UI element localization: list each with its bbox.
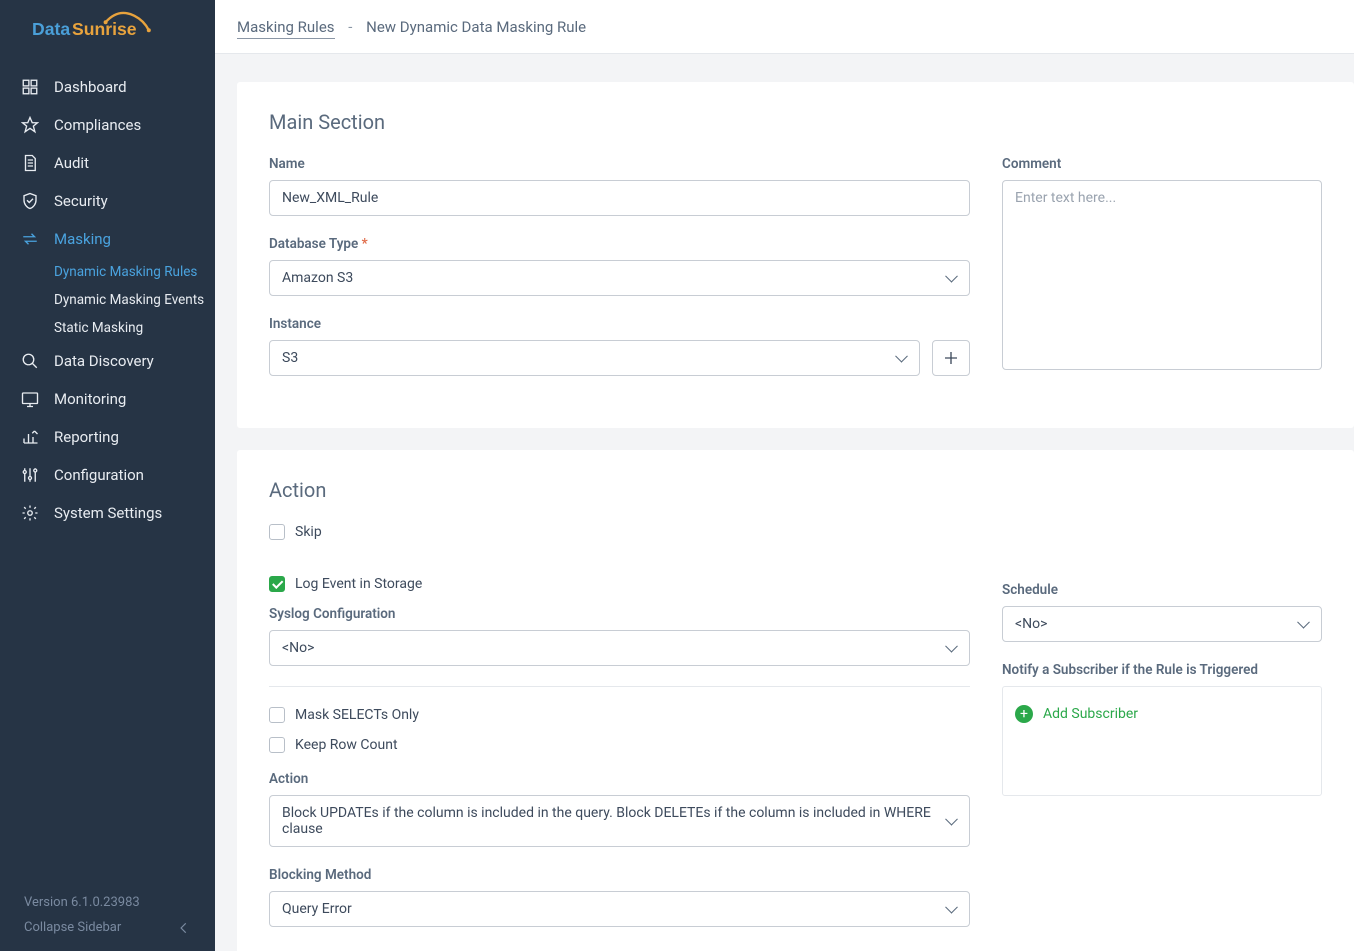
- keep-row-count-checkbox[interactable]: Keep Row Count: [269, 737, 970, 753]
- logo: Data Sunrise: [0, 0, 215, 54]
- section-title: Action: [269, 478, 1322, 502]
- sidebar-item-compliances[interactable]: Compliances: [0, 106, 215, 144]
- monitor-icon: [20, 389, 40, 409]
- subscriber-box: + Add Subscriber: [1002, 686, 1322, 796]
- version-text: Version 6.1.0.23983: [24, 895, 191, 910]
- collapse-label: Collapse Sidebar: [24, 920, 121, 935]
- sidebar-item-label: Security: [54, 192, 108, 210]
- sidebar-subitems-masking: Dynamic Masking Rules Dynamic Masking Ev…: [0, 258, 215, 342]
- name-label: Name: [269, 156, 970, 172]
- breadcrumb-link[interactable]: Masking Rules: [237, 18, 335, 39]
- sidebar-item-label: Reporting: [54, 428, 119, 446]
- sidebar-item-label: Monitoring: [54, 390, 126, 408]
- sidebar-item-configuration[interactable]: Configuration: [0, 456, 215, 494]
- collapse-sidebar-button[interactable]: Collapse Sidebar: [24, 920, 191, 935]
- mask-selects-checkbox[interactable]: Mask SELECTs Only: [269, 707, 970, 723]
- checkbox-icon: [269, 707, 285, 723]
- sidebar-item-masking[interactable]: Masking: [0, 220, 215, 258]
- name-input[interactable]: [269, 180, 970, 216]
- action-label: Action: [269, 771, 970, 787]
- swap-icon: [20, 229, 40, 249]
- breadcrumb-current: New Dynamic Data Masking Rule: [366, 18, 586, 36]
- action-select[interactable]: Block UPDATEs if the column is included …: [269, 795, 970, 847]
- breadcrumb: Masking Rules - New Dynamic Data Masking…: [237, 18, 586, 36]
- document-icon: [20, 153, 40, 173]
- sidebar-item-label: Masking: [54, 230, 111, 248]
- instance-label: Instance: [269, 316, 970, 332]
- gear-icon: [20, 503, 40, 523]
- checkbox-label: Skip: [295, 524, 322, 540]
- sidebar-item-label: Compliances: [54, 116, 141, 134]
- add-instance-button[interactable]: [932, 340, 970, 376]
- sidebar-item-dashboard[interactable]: Dashboard: [0, 68, 215, 106]
- sidebar-item-monitoring[interactable]: Monitoring: [0, 380, 215, 418]
- section-title: Main Section: [269, 110, 1322, 134]
- syslog-select[interactable]: <No>: [269, 630, 970, 666]
- instance-select[interactable]: S3: [269, 340, 920, 376]
- log-event-checkbox[interactable]: Log Event in Storage: [269, 576, 970, 592]
- sidebar-item-label: Configuration: [54, 466, 144, 484]
- syslog-label: Syslog Configuration: [269, 606, 970, 622]
- comment-textarea[interactable]: [1002, 180, 1322, 370]
- dbtype-label: Database Type *: [269, 236, 970, 252]
- comment-label: Comment: [1002, 156, 1322, 172]
- sidebar-item-label: Dashboard: [54, 78, 127, 96]
- breadcrumb-sep: -: [348, 18, 352, 36]
- nav: Dashboard Compliances Audit Security Mas…: [0, 54, 215, 883]
- sidebar-subitem-dynamic-rules[interactable]: Dynamic Masking Rules: [54, 258, 215, 286]
- sidebar-item-label: Audit: [54, 154, 89, 172]
- schedule-select[interactable]: <No>: [1002, 606, 1322, 642]
- checkbox-label: Mask SELECTs Only: [295, 707, 419, 723]
- sidebar-item-reporting[interactable]: Reporting: [0, 418, 215, 456]
- sidebar: Data Sunrise Dashboard Compliances Audit…: [0, 0, 215, 951]
- sliders-icon: [20, 465, 40, 485]
- sidebar-item-system-settings[interactable]: System Settings: [0, 494, 215, 532]
- sidebar-item-label: Data Discovery: [54, 352, 154, 370]
- sidebar-footer: Version 6.1.0.23983 Collapse Sidebar: [0, 883, 215, 951]
- sidebar-subitem-static-masking[interactable]: Static Masking: [54, 314, 215, 342]
- star-icon: [20, 115, 40, 135]
- card-action: Action Skip Log Event in Storage: [237, 450, 1354, 951]
- sidebar-item-data-discovery[interactable]: Data Discovery: [0, 342, 215, 380]
- checkbox-icon: [269, 737, 285, 753]
- checkbox-checked-icon: [269, 576, 285, 592]
- add-subscriber-button[interactable]: + Add Subscriber: [1015, 699, 1309, 729]
- topbar: Masking Rules - New Dynamic Data Masking…: [215, 0, 1354, 54]
- dbtype-select[interactable]: Amazon S3: [269, 260, 970, 296]
- main: Masking Rules - New Dynamic Data Masking…: [215, 0, 1354, 951]
- plus-icon: [943, 350, 959, 366]
- shield-icon: [20, 191, 40, 211]
- checkbox-icon: [269, 524, 285, 540]
- blocking-select[interactable]: Query Error: [269, 891, 970, 927]
- sidebar-subitem-dynamic-events[interactable]: Dynamic Masking Events: [54, 286, 215, 314]
- sidebar-item-security[interactable]: Security: [0, 182, 215, 220]
- add-subscriber-label: Add Subscriber: [1043, 706, 1138, 722]
- checkbox-label: Log Event in Storage: [295, 576, 422, 592]
- notify-label: Notify a Subscriber if the Rule is Trigg…: [1002, 662, 1322, 678]
- card-main-section: Main Section Name Database Type * Amazon…: [237, 82, 1354, 428]
- svg-text:Data: Data: [32, 19, 70, 39]
- dashboard-icon: [20, 77, 40, 97]
- svg-text:Sunrise: Sunrise: [72, 19, 137, 39]
- divider: [269, 686, 970, 687]
- content: Main Section Name Database Type * Amazon…: [215, 54, 1354, 951]
- schedule-label: Schedule: [1002, 582, 1322, 598]
- skip-checkbox[interactable]: Skip: [269, 524, 970, 540]
- chart-icon: [20, 427, 40, 447]
- sidebar-item-label: System Settings: [54, 504, 162, 522]
- search-icon: [20, 351, 40, 371]
- checkbox-label: Keep Row Count: [295, 737, 398, 753]
- blocking-label: Blocking Method: [269, 867, 970, 883]
- plus-circle-icon: +: [1015, 705, 1033, 723]
- sidebar-item-audit[interactable]: Audit: [0, 144, 215, 182]
- chevron-left-icon: [177, 921, 191, 935]
